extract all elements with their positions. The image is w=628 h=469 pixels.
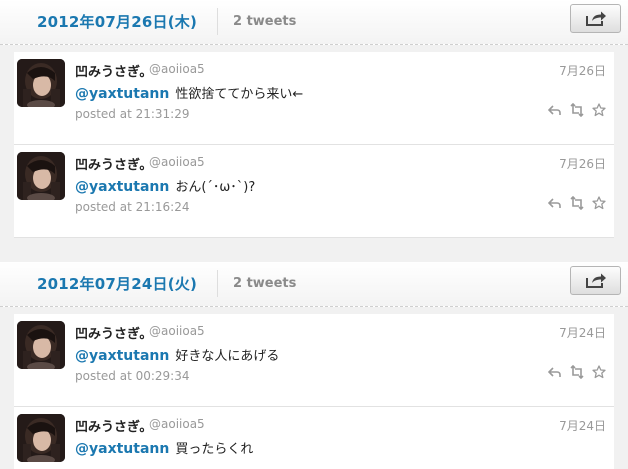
share-icon: [585, 10, 607, 27]
tweet-count: 2 tweets: [233, 276, 297, 291]
tweet-text: @yaxtutann 好きな人にあげる: [75, 345, 279, 364]
retweet-icon[interactable]: [570, 365, 584, 379]
tweet-body: 好きな人にあげる: [175, 349, 280, 364]
mention-link[interactable]: @yaxtutann: [75, 179, 169, 195]
retweet-icon[interactable]: [570, 196, 584, 210]
tweet-date[interactable]: 7月24日: [559, 324, 606, 341]
share-icon: [585, 272, 607, 289]
tweet-date[interactable]: 7月26日: [559, 155, 606, 172]
tweet-body: 買ったらくれ: [175, 442, 254, 457]
day-group: 2012年07月26日(木) 2 tweets 凹みうさぎ。 @aoiioa5 …: [0, 0, 628, 255]
reply-icon[interactable]: [548, 365, 562, 379]
posted-time[interactable]: posted at 21:31:29: [75, 107, 190, 121]
share-button[interactable]: [570, 4, 621, 33]
user-name[interactable]: 凹みうさぎ。: [75, 154, 152, 173]
tweet-body: おん(´･ω･`)?: [175, 180, 256, 195]
posted-time[interactable]: posted at 21:16:24: [75, 200, 190, 214]
share-button[interactable]: [570, 266, 621, 295]
posted-time[interactable]: posted at 00:29:34: [75, 369, 190, 383]
tweet-date[interactable]: 7月26日: [559, 62, 606, 79]
mention-link[interactable]: @yaxtutann: [75, 441, 169, 457]
day-date[interactable]: 2012年07月26日(木): [37, 11, 197, 32]
tweet-text: @yaxtutann 買ったらくれ: [75, 438, 253, 457]
retweet-icon[interactable]: [570, 103, 584, 117]
day-group: 2012年07月24日(火) 2 tweets 凹みうさぎ。 @aoiioa5 …: [0, 262, 628, 469]
star-icon[interactable]: [592, 103, 606, 117]
tweet-count: 2 tweets: [233, 14, 297, 29]
avatar[interactable]: [17, 321, 65, 369]
tweet-actions: [548, 196, 606, 210]
tweet-body: 性欲捨ててから来い←: [175, 87, 304, 102]
tweet-actions: [548, 103, 606, 117]
day-header: 2012年07月26日(木) 2 tweets: [0, 0, 628, 45]
tweet-actions: [548, 365, 606, 379]
divider: [217, 270, 218, 297]
avatar[interactable]: [17, 152, 65, 200]
user-name[interactable]: 凹みうさぎ。: [75, 416, 152, 435]
tweet: 凹みうさぎ。 @aoiioa5 7月24日 @yaxtutann 好きな人にあげる…: [14, 314, 614, 407]
avatar[interactable]: [17, 59, 65, 107]
star-icon[interactable]: [592, 365, 606, 379]
tweet-text: @yaxtutann 性欲捨ててから来い←: [75, 83, 303, 102]
reply-icon[interactable]: [548, 196, 562, 210]
star-icon[interactable]: [592, 196, 606, 210]
tweet-date[interactable]: 7月24日: [559, 417, 606, 434]
day-date[interactable]: 2012年07月24日(火): [37, 273, 197, 294]
day-header: 2012年07月24日(火) 2 tweets: [0, 262, 628, 307]
user-handle[interactable]: @aoiioa5: [149, 62, 205, 76]
user-name[interactable]: 凹みうさぎ。: [75, 61, 152, 80]
tweet: 凹みうさぎ。 @aoiioa5 7月26日 @yaxtutann おん(´･ω･`…: [14, 145, 614, 238]
user-name[interactable]: 凹みうさぎ。: [75, 323, 152, 342]
tweet: 凹みうさぎ。 @aoiioa5 7月24日 @yaxtutann 買ったらくれ: [14, 407, 614, 469]
user-handle[interactable]: @aoiioa5: [149, 417, 205, 431]
tweet: 凹みうさぎ。 @aoiioa5 7月26日 @yaxtutann 性欲捨ててから来…: [14, 52, 614, 145]
mention-link[interactable]: @yaxtutann: [75, 86, 169, 102]
tweet-text: @yaxtutann おん(´･ω･`)?: [75, 176, 255, 195]
user-handle[interactable]: @aoiioa5: [149, 155, 205, 169]
mention-link[interactable]: @yaxtutann: [75, 348, 169, 364]
divider: [217, 8, 218, 35]
user-handle[interactable]: @aoiioa5: [149, 324, 205, 338]
avatar[interactable]: [17, 414, 65, 462]
reply-icon[interactable]: [548, 103, 562, 117]
